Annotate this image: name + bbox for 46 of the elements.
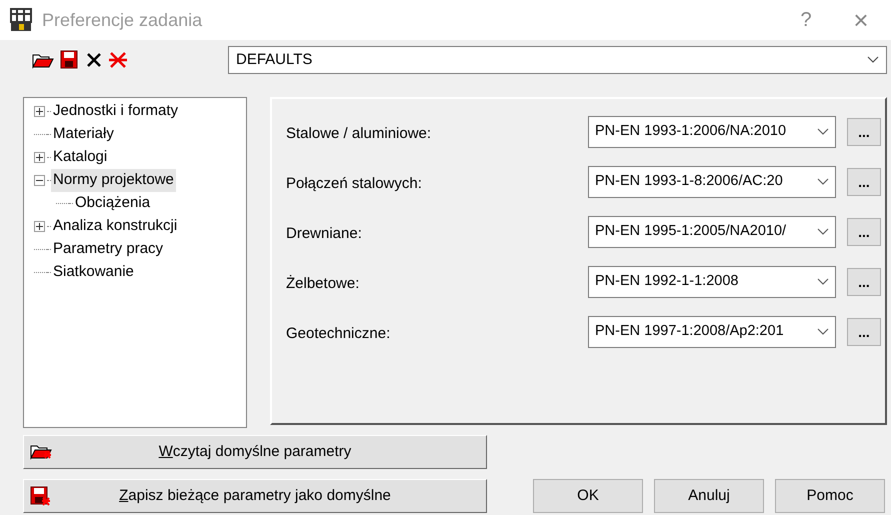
field-label: Połączeń stalowych: bbox=[286, 174, 423, 194]
chevron-icon bbox=[817, 278, 829, 286]
expand-icon[interactable] bbox=[34, 221, 45, 232]
browse-button[interactable]: ... bbox=[847, 118, 881, 146]
delete-icon[interactable] bbox=[86, 52, 102, 68]
window-title: Preferencje zadania bbox=[42, 8, 202, 32]
tree-item[interactable]: Obciążenia bbox=[73, 192, 152, 215]
browse-button[interactable]: ... bbox=[847, 218, 881, 246]
tree-item[interactable]: Siatkowanie bbox=[51, 261, 136, 284]
norm-dropdown[interactable]: PN-EN 1993-1-8:2006/AC:20 bbox=[588, 166, 836, 198]
save-defaults-button[interactable]: Zapisz bieżące parametry jako domyślne bbox=[23, 479, 487, 513]
chevron-icon bbox=[817, 128, 829, 136]
browse-button[interactable]: ... bbox=[847, 168, 881, 196]
field-label: Stalowe / aluminiowe: bbox=[286, 124, 432, 144]
expand-icon[interactable] bbox=[34, 152, 45, 163]
star-icon[interactable] bbox=[108, 51, 128, 69]
field-label: Geotechniczne: bbox=[286, 324, 392, 344]
load-defaults-button[interactable]: Wczytaj domyślne parametry bbox=[23, 435, 487, 469]
close-button[interactable]: × bbox=[831, 0, 891, 40]
preset-dropdown[interactable]: DEFAULTS bbox=[228, 46, 887, 74]
field-label: Drewniane: bbox=[286, 224, 363, 244]
tree-item[interactable]: Parametry pracy bbox=[51, 238, 166, 261]
dialog-button[interactable]: OK bbox=[533, 479, 643, 513]
tree-item[interactable]: Analiza konstrukcji bbox=[51, 215, 180, 238]
tree-item[interactable]: Materiały bbox=[51, 123, 116, 146]
field-label: Żelbetowe: bbox=[286, 274, 360, 294]
norm-dropdown[interactable]: PN-EN 1997-1:2008/Ap2:201 bbox=[588, 316, 836, 348]
app-icon bbox=[10, 8, 34, 32]
tree-item[interactable]: Katalogi bbox=[51, 146, 110, 169]
norm-dropdown[interactable]: PN-EN 1995-1:2005/NA2010/ bbox=[588, 216, 836, 248]
norm-dropdown[interactable]: PN-EN 1992-1-1:2008 bbox=[588, 266, 836, 298]
chevron-icon bbox=[867, 56, 879, 64]
chevron-icon bbox=[817, 228, 829, 236]
collapse-icon[interactable] bbox=[34, 175, 45, 186]
browse-button[interactable]: ... bbox=[847, 268, 881, 296]
dialog-button[interactable]: Pomoc bbox=[775, 479, 885, 513]
chevron-icon bbox=[817, 328, 829, 336]
help-button[interactable]: ? bbox=[781, 5, 831, 35]
expand-icon[interactable] bbox=[34, 106, 45, 117]
tree-item[interactable]: Jednostki i formaty bbox=[51, 100, 180, 123]
norm-dropdown[interactable]: PN-EN 1993-1:2006/NA:2010 bbox=[588, 116, 836, 148]
save-icon[interactable] bbox=[60, 50, 80, 70]
browse-button[interactable]: ... bbox=[847, 318, 881, 346]
dialog-button[interactable]: Anuluj bbox=[654, 479, 764, 513]
tree-item[interactable]: Normy projektowe bbox=[51, 169, 176, 192]
chevron-icon bbox=[817, 178, 829, 186]
